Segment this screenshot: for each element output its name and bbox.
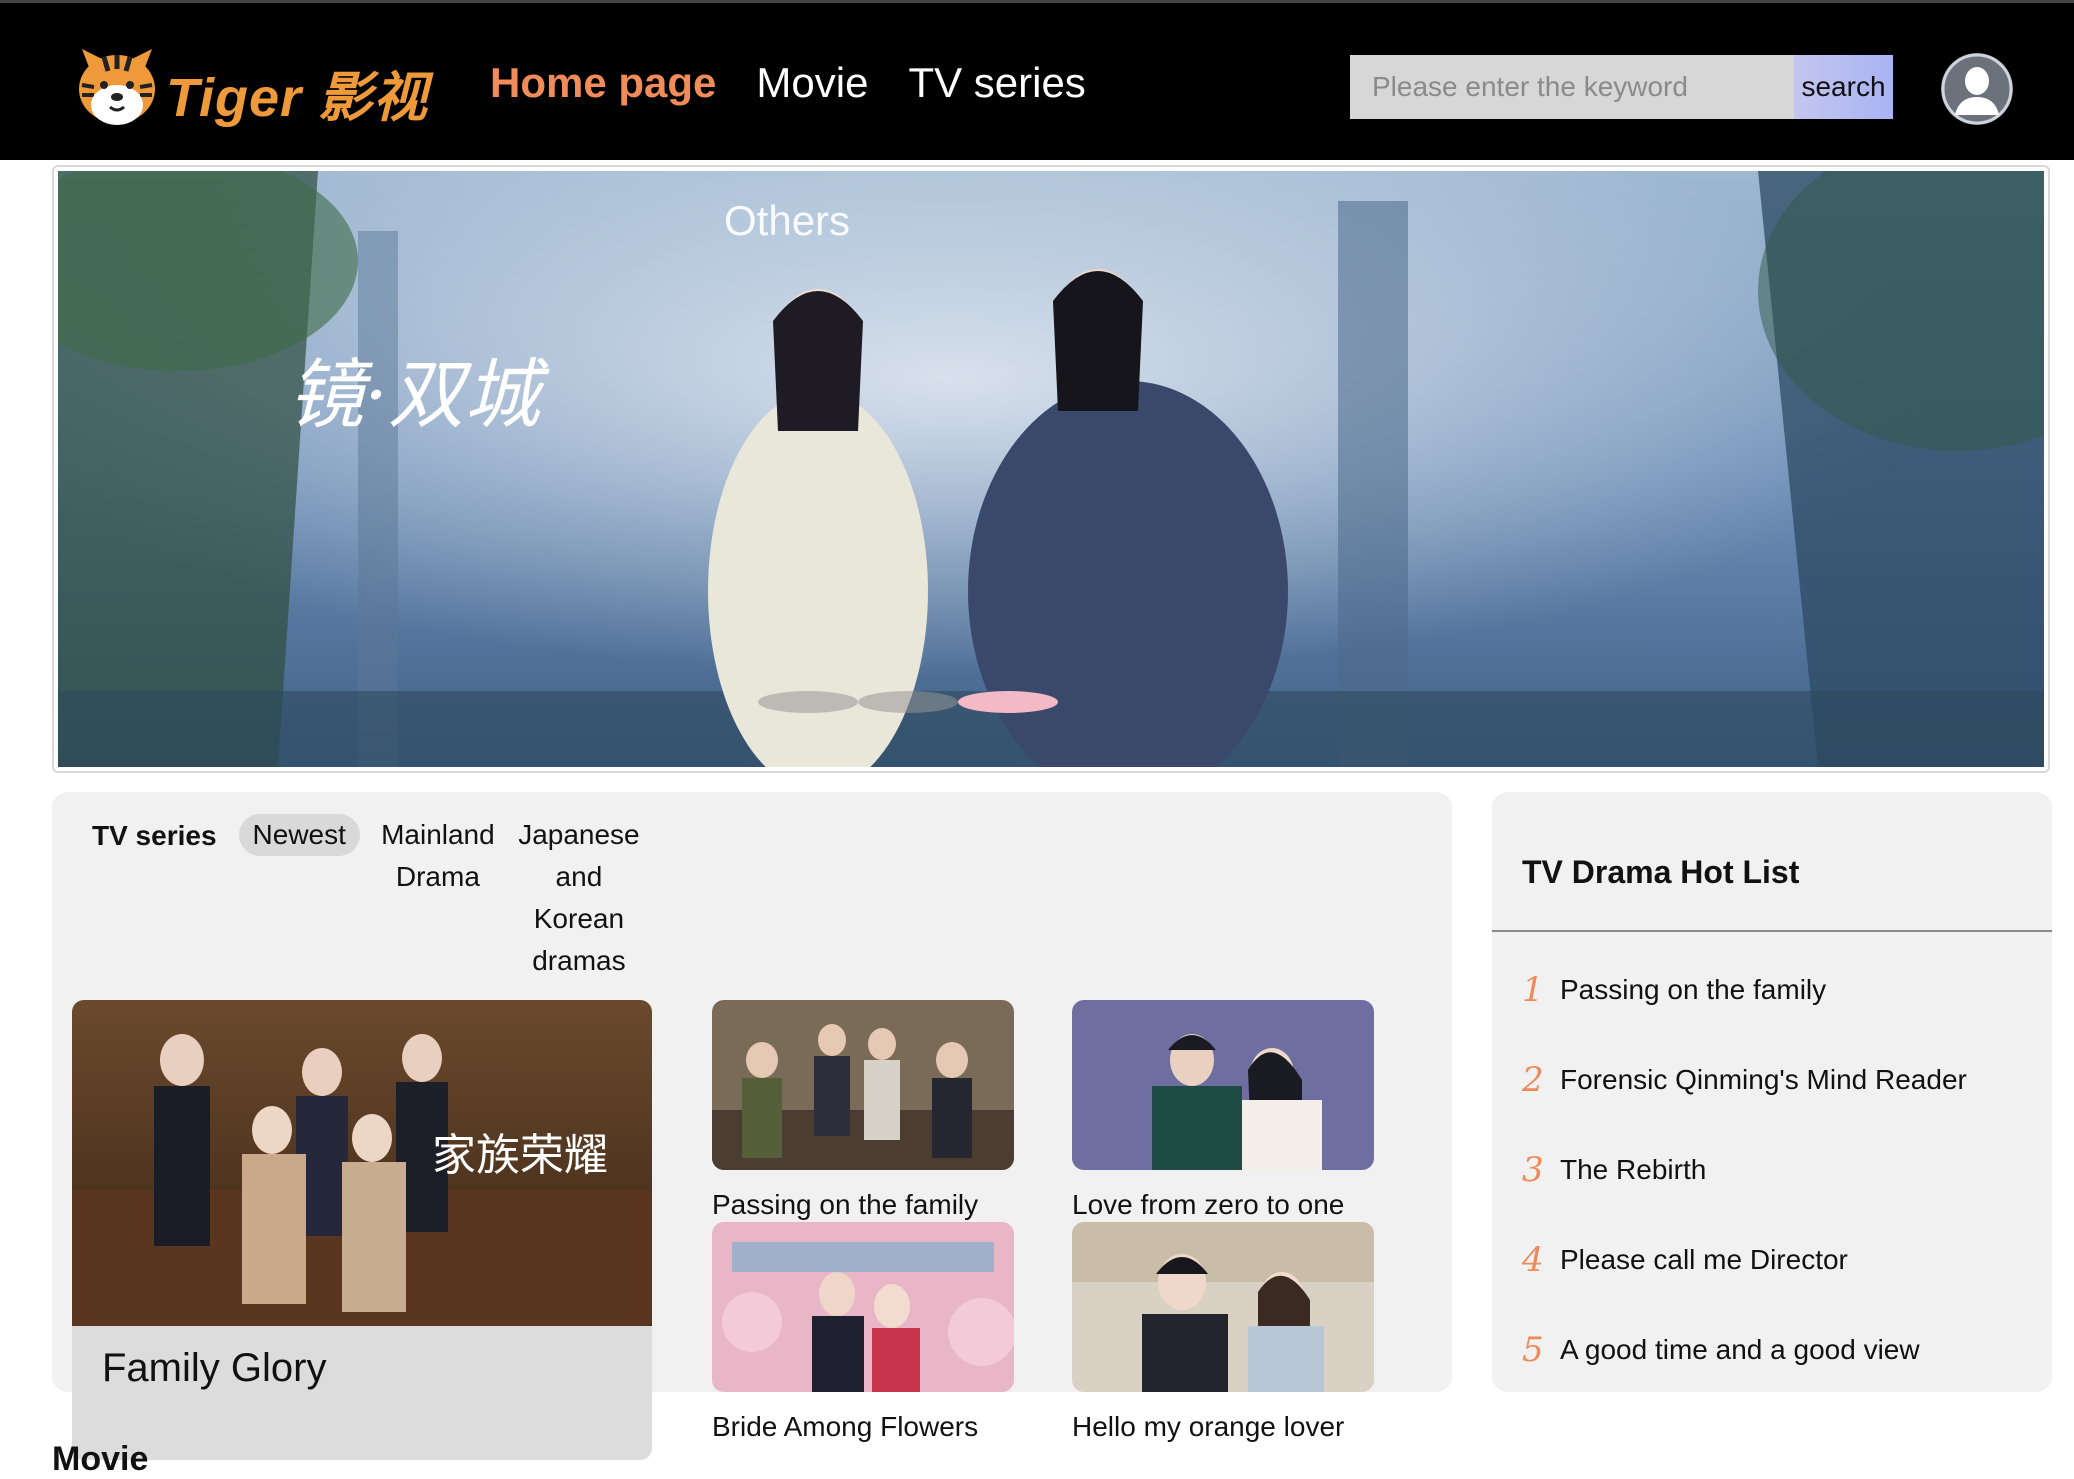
nav-movie[interactable]: Movie: [756, 59, 868, 107]
main-nav: Home page Movie TV series: [490, 59, 1086, 107]
carousel-dot-2[interactable]: [858, 691, 958, 713]
hot-title: The Rebirth: [1560, 1154, 1707, 1185]
tv-card-3[interactable]: Bride Among Flowers: [712, 1222, 1016, 1443]
top-navbar: Tiger 影视 Home page Movie TV series searc…: [0, 0, 2074, 160]
hero-scene-image: 镜·双城: [58, 171, 2044, 767]
logo-text: Tiger 影视: [166, 68, 429, 128]
featured-poster-image: 家族荣耀: [72, 1000, 652, 1326]
hot-rank: 5: [1522, 1330, 1544, 1370]
tv-category-tabs: TV series Newest Mainland Drama Japanese…: [92, 814, 642, 982]
hero-image[interactable]: 镜·双城 Others: [58, 171, 2044, 767]
featured-card[interactable]: 家族荣耀 Family Glory: [72, 1000, 652, 1460]
tab-japanese-korean-dramas[interactable]: Japanese and Korean dramas: [516, 814, 642, 982]
hot-list-panel: TV Drama Hot List 1 Passing on the famil…: [1492, 792, 2052, 1392]
tv-card-2[interactable]: Love from zero to one: [1072, 1000, 1374, 1221]
hot-list-item-5[interactable]: 5 A good time and a good view: [1522, 1330, 1920, 1370]
search-bar: search: [1350, 55, 1893, 119]
hot-list-divider: [1492, 930, 2052, 932]
carousel-dot-3[interactable]: [958, 691, 1058, 713]
carousel-indicators: [758, 691, 1058, 713]
svg-text:镜·双城: 镜·双城: [288, 350, 550, 439]
hot-rank: 3: [1522, 1150, 1544, 1190]
tv-card-1-title: Passing on the family: [712, 1189, 979, 1220]
tiger-logo-icon: [79, 49, 155, 125]
hero-carousel[interactable]: 镜·双城 Others: [52, 165, 2050, 773]
featured-title: Family Glory: [102, 1346, 327, 1390]
banner-category-label: Others: [724, 197, 851, 244]
tv-card-2-title: Love from zero to one: [1072, 1189, 1345, 1220]
hot-title: Passing on the family: [1560, 974, 1827, 1005]
hot-rank: 1: [1522, 970, 1544, 1010]
site-logo[interactable]: Tiger 影视: [74, 39, 434, 131]
nav-tv-series[interactable]: TV series: [908, 59, 1085, 107]
tv-card-2-poster-image: [1072, 1000, 1374, 1170]
tv-card-4[interactable]: Hello my orange lover: [1072, 1222, 1374, 1443]
tv-card-3-poster-image: [712, 1222, 1016, 1392]
search-input[interactable]: [1350, 55, 1794, 119]
hot-title: Forensic Qinming's Mind Reader: [1560, 1064, 1967, 1095]
hot-list-item-4[interactable]: 4 Please call me Director: [1522, 1240, 1848, 1280]
hot-list-item-2[interactable]: 2 Forensic Qinming's Mind Reader: [1522, 1060, 1967, 1100]
carousel-dot-1[interactable]: [758, 691, 858, 713]
tv-card-3-title: Bride Among Flowers: [712, 1411, 979, 1442]
hot-list-item-1[interactable]: 1 Passing on the family: [1522, 970, 1826, 1010]
hot-list-item-3[interactable]: 3 The Rebirth: [1522, 1150, 1706, 1190]
user-icon: [1941, 53, 2013, 125]
movie-section-title: Movie: [52, 1440, 149, 1478]
search-button[interactable]: search: [1794, 55, 1893, 119]
hot-title: A good time and a good view: [1560, 1334, 1920, 1365]
tv-card-4-poster-image: [1072, 1222, 1374, 1392]
hot-rank: 4: [1522, 1240, 1544, 1280]
tv-card-4-title: Hello my orange lover: [1072, 1411, 1345, 1442]
section-title: TV series: [92, 820, 217, 851]
user-avatar[interactable]: [1941, 53, 2013, 125]
tv-card-1[interactable]: Passing on the family: [712, 1000, 1014, 1221]
tv-card-1-poster-image: [712, 1000, 1014, 1170]
nav-home[interactable]: Home page: [490, 59, 716, 107]
tab-mainland-drama[interactable]: Mainland Drama: [378, 814, 498, 898]
svg-text:家族荣耀: 家族荣耀: [432, 1130, 608, 1181]
hot-rank: 2: [1522, 1060, 1544, 1100]
tab-newest[interactable]: Newest: [238, 814, 360, 856]
hot-list-title: TV Drama Hot List: [1522, 854, 1800, 890]
hot-title: Please call me Director: [1560, 1244, 1848, 1275]
